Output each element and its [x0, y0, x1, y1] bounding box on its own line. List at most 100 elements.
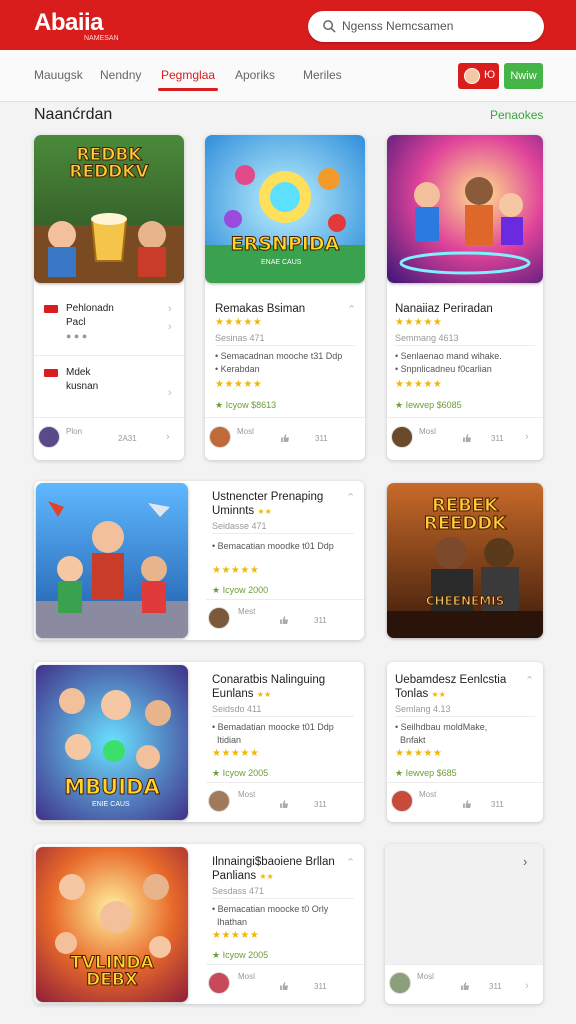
game-title-line2: Tonlas ★★ — [395, 688, 446, 700]
feature-2: Itidian — [217, 735, 242, 745]
divider — [34, 355, 184, 356]
chevron-right-icon[interactable]: › — [523, 854, 527, 869]
avatar — [208, 607, 230, 629]
feature-2: • Snpnlicadneu f0carlian — [395, 364, 492, 374]
feature-2: Bnfakt — [400, 735, 426, 745]
game-card-9[interactable]: › Mosl 311 › — [385, 844, 543, 1004]
game-thumbnail[interactable]: REDBK REDDKV — [34, 135, 184, 283]
game-card-8[interactable]: TVLINDA DEBX Ilnnaingi$baoiene Brllan ⌃ … — [34, 844, 364, 1004]
game-title-line2: Eunlans ★★ — [212, 688, 272, 700]
divider — [212, 898, 354, 899]
avatar — [391, 426, 413, 448]
chevron-right-icon[interactable]: › — [168, 303, 172, 315]
rating-stars: ★★★★★ — [212, 930, 260, 941]
review-link[interactable]: ★ Icyow $8613 — [215, 400, 276, 411]
footer-name: Plon — [66, 427, 83, 436]
avatar — [389, 972, 411, 994]
art-title: REDBK REDDKV — [69, 145, 149, 182]
like-icon[interactable] — [280, 616, 289, 624]
rating-stars: ★★★★★ — [215, 317, 263, 328]
new-button[interactable]: Nwiw — [504, 63, 543, 89]
chevron-right-icon[interactable]: › — [525, 980, 529, 992]
like-icon[interactable] — [281, 434, 290, 442]
chevron-right-icon[interactable]: › — [166, 431, 170, 443]
item-subtitle: kusnan — [66, 381, 99, 392]
game-icon — [44, 305, 58, 313]
footer-count: 311 — [491, 800, 504, 809]
divider — [395, 345, 535, 346]
footer-count: 2A31 — [118, 434, 137, 443]
review-link[interactable]: ★ Icyow 2000 — [212, 585, 268, 596]
tab-1[interactable]: Mauugsk — [34, 68, 83, 82]
divider — [387, 417, 543, 418]
game-card-4[interactable]: Ustnencter Prenaping Uminnts ★★ ⌃ Seidas… — [34, 481, 364, 640]
game-subtitle: Semmang 4613 — [395, 333, 459, 343]
profile-button[interactable]: Ю — [458, 63, 499, 89]
art-title: REBEK REEDDK — [423, 495, 507, 534]
review-link[interactable]: ★ Icyow 2005 — [212, 950, 268, 961]
like-icon[interactable] — [461, 982, 470, 990]
chevron-up-icon[interactable]: ⌃ — [346, 856, 355, 869]
rating-stars: ★★★★★ — [395, 748, 443, 759]
tab-2[interactable]: Nendny — [100, 68, 141, 82]
game-title: Nanaiiaz Periradan — [395, 303, 493, 315]
item-title: Pehlonadn — [66, 303, 114, 314]
footer-name: Mest — [238, 607, 256, 616]
footer-count: 311 — [314, 800, 327, 809]
section-link[interactable]: Penaokes — [490, 108, 543, 122]
game-subtitle: Seidasse 471 — [212, 521, 267, 531]
review-link[interactable]: ★ Iewvep $6085 — [395, 400, 462, 411]
game-title-line2: Uminnts ★★ — [212, 505, 272, 517]
feature-2: • Kerabdan — [215, 364, 260, 374]
chevron-up-icon[interactable]: ⌃ — [346, 491, 355, 504]
game-thumbnail[interactable]: ERSNPIDA ENAE CAUS — [205, 135, 365, 283]
game-icon — [44, 369, 58, 377]
footer-count: 311 — [491, 434, 504, 443]
footer-count: 311 — [315, 434, 328, 443]
tab-3-active[interactable]: Pegmglaa — [161, 68, 215, 82]
footer-count: 311 — [314, 982, 327, 991]
game-card-5[interactable]: REBEK REEDDK CHEENEMIS — [387, 483, 543, 638]
tab-4[interactable]: Aporiks — [235, 68, 275, 82]
review-link[interactable]: ★ Icyow 2005 — [212, 768, 268, 779]
chevron-right-icon[interactable]: › — [168, 321, 172, 333]
game-title: Remakas Bsiman — [215, 303, 306, 315]
app-logo[interactable]: Abaiia — [34, 9, 104, 37]
game-thumbnail[interactable]: TVLINDA DEBX — [36, 847, 188, 1002]
game-art — [387, 135, 543, 283]
game-card-3[interactable]: Nanaiiaz Periradan ★★★★★ Semmang 4613 • … — [387, 135, 543, 460]
game-thumbnail[interactable]: MBUIDA ENIE CAUS — [36, 665, 188, 820]
search-input[interactable]: Ngenss Nemcsamen — [308, 11, 544, 42]
like-icon[interactable] — [280, 982, 289, 990]
feature-2: Ihathan — [217, 917, 248, 927]
game-card-1[interactable]: REDBK REDDKV Pehlonadn Pacl ● ● ● › › Md… — [34, 135, 184, 460]
chevron-up-icon[interactable]: ⌃ — [347, 303, 356, 316]
item-title: Mdek — [66, 367, 91, 378]
footer-name: Mosl — [237, 427, 254, 436]
like-icon[interactable] — [280, 800, 289, 808]
game-subtitle: Seidsdo 411 — [212, 704, 262, 714]
divider — [206, 782, 364, 783]
chevron-right-icon[interactable]: › — [525, 431, 529, 443]
tab-5[interactable]: Meriles — [303, 68, 342, 82]
item-subtitle: Pacl — [66, 317, 86, 328]
divider — [206, 599, 364, 600]
review-link[interactable]: ★ Iewvep $685 — [395, 768, 457, 779]
divider — [205, 417, 365, 418]
like-icon[interactable] — [463, 800, 472, 808]
like-icon[interactable] — [463, 434, 472, 442]
art-title: MBUIDA — [64, 775, 160, 799]
feature-1: • Bemacatian moocke t0 Orly — [212, 904, 329, 914]
game-thumbnail[interactable] — [387, 135, 543, 283]
art-title: TVLINDA DEBX — [70, 953, 154, 990]
game-card-7[interactable]: Uebamdesz Eenlcstia ⌃ Tonlas ★★ Semlang … — [387, 662, 543, 822]
game-card-6[interactable]: MBUIDA ENIE CAUS Conaratbis Nalinguing E… — [34, 662, 364, 822]
game-thumbnail[interactable] — [36, 483, 188, 638]
rating-stars: ★★★★★ — [395, 379, 443, 390]
footer-name: Most — [238, 790, 256, 799]
tab-bar: Mauugsk Nendny Pegmglaa Aporiks Meriles … — [0, 50, 576, 102]
chevron-up-icon[interactable]: ⌃ — [525, 674, 534, 687]
chevron-right-icon[interactable]: › — [168, 387, 172, 399]
game-card-2[interactable]: ERSNPIDA ENAE CAUS Remakas Bsiman ⌃ ★★★★… — [205, 135, 365, 460]
rating-stars: ★★★★★ — [212, 565, 260, 576]
